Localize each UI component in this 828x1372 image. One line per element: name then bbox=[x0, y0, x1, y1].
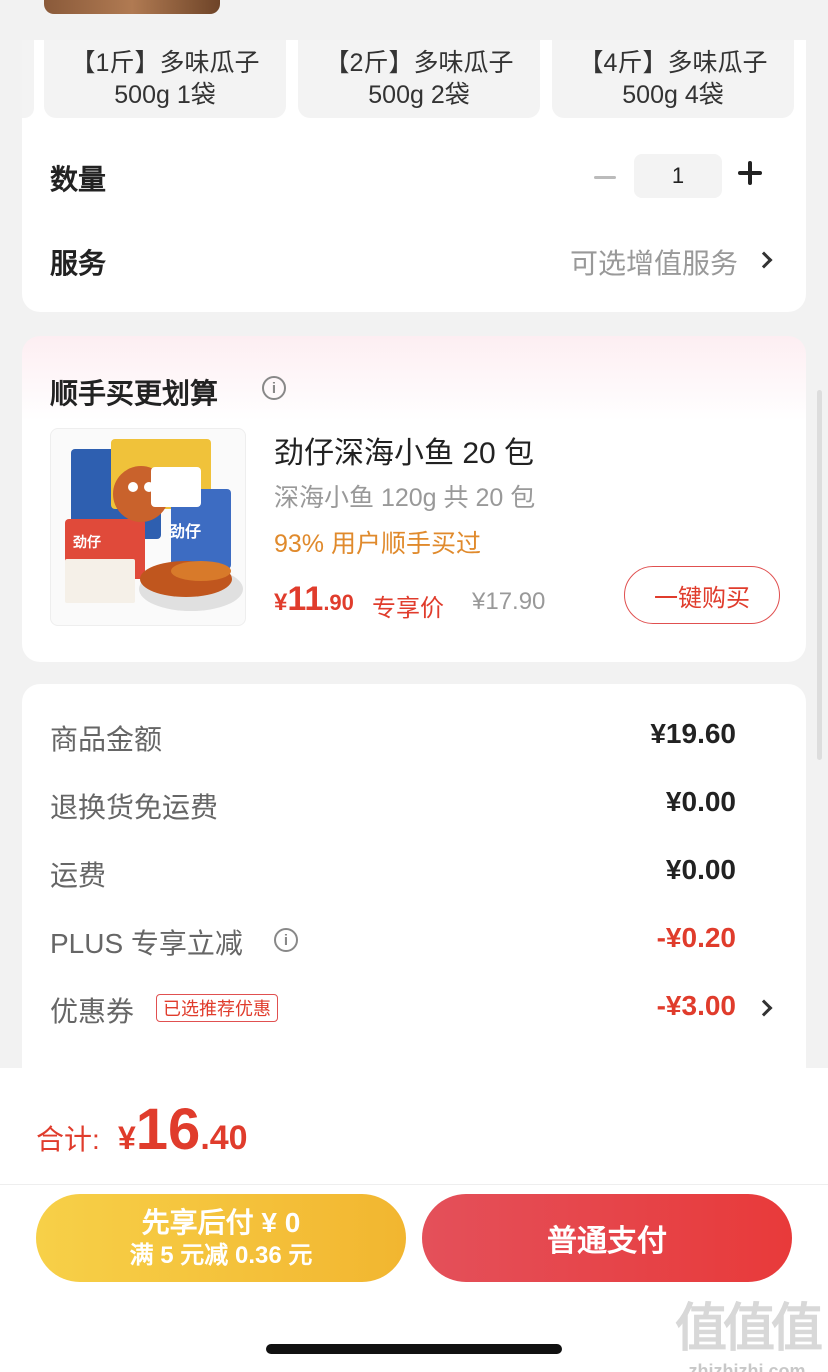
spec-option-4jin[interactable]: 【4斤】多味瓜子 500g 4袋 bbox=[552, 40, 794, 118]
fee-label-shipping: 运费 bbox=[50, 860, 107, 891]
product-name[interactable]: 劲仔深海小鱼 20 包 bbox=[274, 428, 534, 472]
product-image-brand: 劲仔 bbox=[72, 534, 101, 551]
product-price: ¥11.90 bbox=[274, 580, 354, 619]
chevron-right-icon[interactable] bbox=[755, 999, 773, 1017]
watermark-url: zhizhizhi.com bbox=[688, 1361, 806, 1372]
total-integer: 16 bbox=[135, 1097, 201, 1162]
total-currency: ¥ bbox=[118, 1120, 136, 1156]
product-image[interactable]: 劲仔 劲仔 bbox=[50, 428, 246, 626]
chevron-right-icon[interactable] bbox=[755, 251, 773, 269]
spec-option-partial[interactable] bbox=[22, 40, 34, 118]
product-spec: 深海小鱼 120g 共 20 包 bbox=[274, 484, 536, 512]
product-image-art: 劲仔 劲仔 bbox=[65, 439, 243, 611]
info-icon[interactable]: i bbox=[274, 928, 298, 952]
spec-option-title: 【2斤】多味瓜子 bbox=[324, 49, 514, 77]
pay-later-title: 先享后付 ¥ 0 bbox=[141, 1207, 301, 1238]
quantity-decrease-button[interactable] bbox=[592, 160, 618, 194]
pay-later-promo: 满 5 元减 0.36 元 bbox=[129, 1242, 313, 1269]
fee-value-return-shipping: ¥0.00 bbox=[665, 786, 736, 817]
watermark: 值值值 zhizhizhi.com bbox=[672, 1286, 823, 1372]
spec-option-title: 【4斤】多味瓜子 bbox=[578, 49, 768, 77]
pay-later-button[interactable]: 先享后付 ¥ 0 满 5 元减 0.36 元 bbox=[36, 1194, 406, 1282]
top-strip bbox=[0, 0, 828, 40]
quantity-increase-button[interactable] bbox=[738, 161, 762, 185]
coupon-badge: 已选推荐优惠 bbox=[156, 994, 278, 1022]
spec-option-1jin[interactable]: 【1斤】多味瓜子 500g 1袋 bbox=[44, 40, 286, 118]
fee-breakdown-card: 商品金额 ¥19.60 退换货免运费 ¥0.00 运费 ¥0.00 PLUS 专… bbox=[22, 684, 806, 1104]
price-decimal: .90 bbox=[323, 590, 354, 615]
price-currency: ¥ bbox=[274, 589, 288, 616]
normal-pay-button[interactable]: 普通支付 bbox=[422, 1194, 792, 1282]
spec-option-detail: 500g 2袋 bbox=[368, 81, 470, 109]
total-amount: ¥16.40 bbox=[118, 1096, 248, 1163]
fee-value-coupon[interactable]: -¥3.00 bbox=[657, 990, 736, 1022]
service-label: 服务 bbox=[50, 248, 107, 279]
product-buyers-stat: 93% 用户顺手买过 bbox=[274, 530, 481, 558]
spec-option-2jin[interactable]: 【2斤】多味瓜子 500g 2袋 bbox=[298, 40, 540, 118]
price-tag: 专享价 bbox=[372, 595, 444, 622]
minus-icon bbox=[594, 175, 616, 179]
total-label: 合计: bbox=[36, 1124, 100, 1155]
info-icon[interactable]: i bbox=[262, 376, 286, 400]
spec-card: 【1斤】多味瓜子 500g 1袋 【2斤】多味瓜子 500g 2袋 【4斤】多味… bbox=[22, 40, 806, 312]
one-click-buy-button[interactable]: 一键购买 bbox=[624, 566, 780, 624]
spec-option-detail: 500g 4袋 bbox=[622, 81, 724, 109]
total-decimal: .40 bbox=[200, 1119, 248, 1157]
quantity-label: 数量 bbox=[50, 164, 107, 195]
fee-value-goods: ¥19.60 bbox=[650, 718, 736, 749]
fee-label-coupon: 优惠券 bbox=[50, 996, 135, 1027]
recommendation-title: 顺手买更划算 bbox=[50, 378, 219, 409]
fee-label-plus-discount: PLUS 专享立减 bbox=[50, 928, 243, 959]
fee-label-return-shipping: 退换货免运费 bbox=[50, 792, 219, 823]
fee-label-goods: 商品金额 bbox=[50, 724, 163, 755]
spec-option-detail: 500g 1袋 bbox=[114, 81, 216, 109]
quantity-input[interactable]: 1 bbox=[634, 154, 722, 198]
price-integer: 11 bbox=[287, 580, 324, 618]
fee-value-shipping: ¥0.00 bbox=[665, 854, 736, 885]
watermark-logo: 值值值 bbox=[674, 1300, 823, 1358]
spec-option-title: 【1斤】多味瓜子 bbox=[70, 49, 260, 77]
fee-value-plus-discount: -¥0.20 bbox=[656, 922, 736, 953]
product-image-brand: 劲仔 bbox=[169, 522, 201, 541]
home-indicator[interactable] bbox=[266, 1344, 562, 1354]
recommendation-card: 顺手买更划算 i 劲仔 劲仔 劲仔深海小鱼 20 包 深海小鱼 120g 共 2… bbox=[22, 336, 806, 662]
original-price: ¥17.90 bbox=[472, 588, 546, 615]
product-thumbnail-edge bbox=[44, 0, 220, 14]
checkout-bar: 合计: ¥16.40 先享后付 ¥ 0 满 5 元减 0.36 元 普通支付 值… bbox=[0, 1068, 828, 1372]
service-value[interactable]: 可选增值服务 bbox=[570, 242, 738, 282]
scrollbar[interactable] bbox=[817, 390, 822, 760]
divider bbox=[0, 1184, 828, 1185]
